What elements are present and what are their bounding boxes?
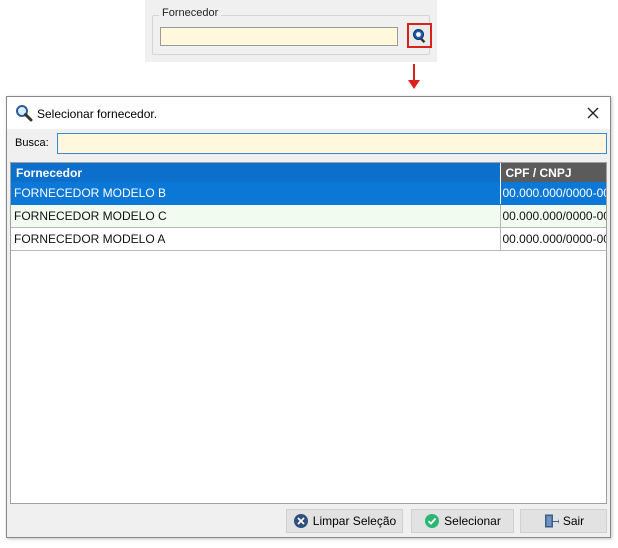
column-header-cpf-cnpj[interactable]: CPF / CNPJ bbox=[499, 163, 606, 182]
supplier-name-cell: FORNECEDOR MODELO C bbox=[11, 204, 500, 228]
fornecedor-input[interactable] bbox=[160, 27, 398, 46]
grid-header-row: Fornecedor CPF / CNPJ bbox=[11, 163, 606, 182]
supplier-doc-cell: 00.000.000/0000-00 bbox=[499, 204, 606, 228]
fornecedor-group-label: Fornecedor bbox=[159, 7, 222, 19]
dialog-titlebar: Selecionar fornecedor. bbox=[7, 97, 610, 129]
supplier-grid: Fornecedor CPF / CNPJ FORNECEDOR MODELO … bbox=[10, 162, 607, 504]
callout-arrow-line bbox=[413, 64, 415, 81]
clear-selection-label: Limpar Seleção bbox=[312, 514, 397, 528]
clear-selection-button[interactable]: Limpar Seleção bbox=[286, 509, 403, 533]
supplier-doc-cell: 00.000.000/0000-00 bbox=[499, 227, 606, 251]
supplier-doc-cell: 00.000.000/0000-00 bbox=[499, 182, 606, 205]
column-header-fornecedor[interactable]: Fornecedor bbox=[11, 163, 500, 182]
supplier-name-cell: FORNECEDOR MODELO A bbox=[11, 227, 500, 251]
search-input[interactable] bbox=[57, 133, 607, 154]
dialog-title: Selecionar fornecedor. bbox=[37, 107, 158, 121]
table-row[interactable]: FORNECEDOR MODELO B 00.000.000/0000-00 bbox=[11, 182, 606, 205]
fornecedor-field-panel: Fornecedor bbox=[145, 0, 437, 62]
callout-arrow-head bbox=[408, 80, 420, 89]
search-label: Busca: bbox=[15, 137, 49, 149]
select-button[interactable]: Selecionar bbox=[411, 509, 514, 533]
close-button[interactable] bbox=[582, 102, 604, 124]
select-label: Selecionar bbox=[444, 514, 501, 528]
table-row[interactable]: FORNECEDOR MODELO A 00.000.000/0000-00 bbox=[11, 227, 606, 251]
exit-label: Sair bbox=[562, 514, 585, 528]
search-row: Busca: bbox=[7, 133, 610, 155]
exit-door-icon bbox=[543, 513, 559, 529]
clear-x-icon bbox=[293, 513, 309, 529]
check-icon bbox=[424, 513, 440, 529]
fornecedor-groupbox: Fornecedor bbox=[152, 7, 432, 55]
supplier-name-cell: FORNECEDOR MODELO B bbox=[11, 182, 500, 205]
close-icon bbox=[587, 107, 599, 119]
exit-button[interactable]: Sair bbox=[520, 509, 607, 533]
table-row[interactable]: FORNECEDOR MODELO C 00.000.000/0000-00 bbox=[11, 204, 606, 228]
select-supplier-dialog: Selecionar fornecedor. Busca: Fornecedor… bbox=[6, 96, 611, 538]
fornecedor-lookup-button[interactable] bbox=[407, 23, 432, 48]
lookup-icon bbox=[412, 28, 425, 43]
magnifier-icon bbox=[15, 104, 33, 125]
